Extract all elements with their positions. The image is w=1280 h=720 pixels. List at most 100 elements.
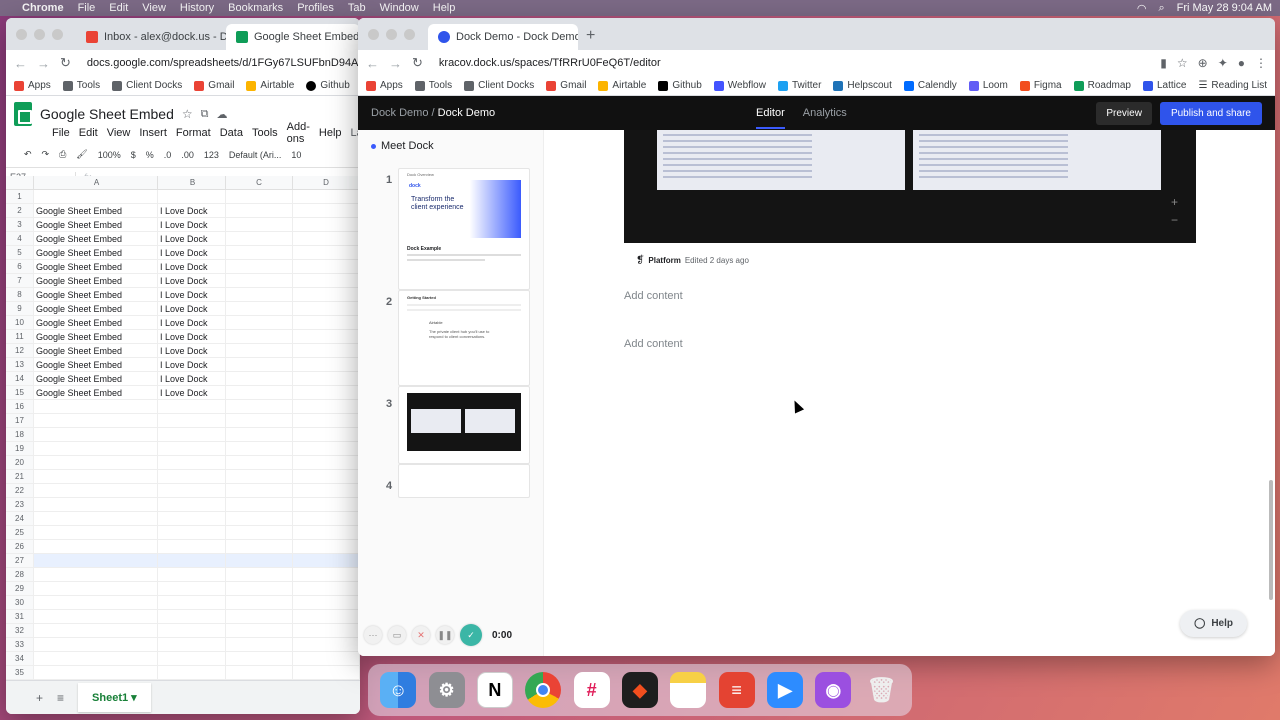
cell-b[interactable]: I Love Dock — [158, 260, 226, 273]
row-number[interactable]: 27 — [6, 554, 34, 567]
cell-b[interactable] — [158, 512, 226, 525]
cell-c[interactable] — [226, 554, 293, 567]
cell-b[interactable] — [158, 414, 226, 427]
sheets-menu-edit[interactable]: Edit — [79, 127, 98, 139]
bookmark-lattice[interactable]: Lattice — [1142, 80, 1186, 91]
add-content-button[interactable]: Add content — [624, 290, 683, 302]
cell-c[interactable] — [226, 540, 293, 553]
zoom-select[interactable]: 100% — [98, 150, 121, 160]
cell-b[interactable]: I Love Dock — [158, 344, 226, 357]
cell-a[interactable]: Google Sheet Embed — [34, 274, 158, 287]
forward-icon[interactable]: → — [389, 56, 402, 71]
undo-icon[interactable]: ↶ — [24, 149, 32, 160]
finish-recording-icon[interactable]: ✓ — [460, 624, 482, 646]
cell-d[interactable] — [293, 484, 360, 497]
sheets-menu-format[interactable]: Format — [176, 127, 211, 139]
select-all-corner[interactable] — [6, 176, 34, 189]
decrease-decimal-button[interactable]: .0 — [164, 150, 172, 160]
cell-b[interactable] — [158, 666, 226, 679]
cell-a[interactable]: Google Sheet Embed — [34, 246, 158, 259]
cell-b[interactable] — [158, 610, 226, 623]
google-sheets-logo-icon[interactable] — [14, 102, 32, 126]
row-number[interactable]: 21 — [6, 470, 34, 483]
cell-b[interactable] — [158, 526, 226, 539]
bookmark-figma[interactable]: Figma — [1019, 80, 1062, 91]
section-title[interactable]: Meet Dock — [371, 140, 434, 152]
cell-b[interactable]: I Love Dock — [158, 316, 226, 329]
menu-file[interactable]: File — [78, 2, 96, 14]
add-sheet-icon[interactable]: + — [36, 691, 43, 705]
cell-d[interactable] — [293, 470, 360, 483]
cell-c[interactable] — [226, 274, 293, 287]
row-number[interactable]: 28 — [6, 568, 34, 581]
cell-b[interactable]: I Love Dock — [158, 302, 226, 315]
back-icon[interactable]: ← — [366, 56, 379, 71]
move-icon[interactable]: ⧉ — [201, 108, 209, 121]
tab-sheets[interactable]: Google Sheet Embed - Goog — [226, 24, 360, 50]
bookmark-apps[interactable]: Apps — [366, 80, 403, 91]
notes-icon[interactable] — [670, 672, 707, 708]
row-number[interactable]: 34 — [6, 652, 34, 665]
embed-block[interactable]: + − — [624, 130, 1196, 243]
cell-c[interactable] — [226, 596, 293, 609]
cell-b[interactable] — [158, 582, 226, 595]
cell-a[interactable] — [34, 652, 158, 665]
cell-a[interactable] — [34, 582, 158, 595]
breadcrumb-current[interactable]: Dock Demo — [438, 107, 495, 119]
bookmark-calendly[interactable]: Calendly — [903, 80, 957, 91]
bookmark-client-docks[interactable]: Client Docks — [464, 80, 534, 91]
cell-a[interactable] — [34, 400, 158, 413]
sheets-menu-view[interactable]: View — [107, 127, 131, 139]
cell-b[interactable] — [158, 554, 226, 567]
sheets-menu-insert[interactable]: Insert — [139, 127, 167, 139]
new-tab-icon[interactable]: + — [578, 27, 603, 50]
cell-a[interactable] — [34, 568, 158, 581]
cell-c[interactable] — [226, 666, 293, 679]
menu-tab[interactable]: Tab — [348, 2, 366, 14]
extension-icon[interactable]: ⊕ — [1198, 56, 1208, 70]
number-format-button[interactable]: 123 — [204, 150, 219, 160]
scrollbar[interactable] — [1269, 480, 1273, 600]
row-number[interactable]: 30 — [6, 596, 34, 609]
bookmark-apps[interactable]: Apps — [14, 80, 51, 91]
cell-a[interactable]: Google Sheet Embed — [34, 344, 158, 357]
menubar-clock[interactable]: Fri May 28 9:04 AM — [1177, 2, 1272, 14]
cell-b[interactable] — [158, 498, 226, 511]
cell-c[interactable] — [226, 484, 293, 497]
cell-c[interactable] — [226, 330, 293, 343]
cell-a[interactable] — [34, 624, 158, 637]
menu-chrome[interactable]: Chrome — [22, 2, 64, 14]
row-number[interactable]: 3 — [6, 218, 34, 231]
percent-button[interactable]: % — [146, 150, 154, 160]
cell-a[interactable]: Google Sheet Embed — [34, 358, 158, 371]
cell-a[interactable] — [34, 442, 158, 455]
cell-c[interactable] — [226, 526, 293, 539]
cell-b[interactable] — [158, 456, 226, 469]
cell-a[interactable]: Google Sheet Embed — [34, 302, 158, 315]
cell-a[interactable] — [34, 540, 158, 553]
cell-c[interactable] — [226, 428, 293, 441]
minimize-window-icon[interactable] — [34, 29, 45, 40]
cell-b[interactable] — [158, 190, 226, 203]
cell-b[interactable] — [158, 596, 226, 609]
cell-b[interactable]: I Love Dock — [158, 372, 226, 385]
cell-c[interactable] — [226, 372, 293, 385]
page-thumbnail-4[interactable] — [398, 464, 530, 498]
preview-button[interactable]: Preview — [1096, 101, 1152, 125]
cell-a[interactable] — [34, 666, 158, 679]
font-size-select[interactable]: 10 — [291, 150, 301, 160]
tab-gmail[interactable]: Inbox - alex@dock.us - Dock M × — [76, 24, 226, 50]
slack-icon[interactable]: # — [573, 672, 610, 708]
row-number[interactable]: 29 — [6, 582, 34, 595]
row-number[interactable]: 22 — [6, 484, 34, 497]
row-number[interactable]: 20 — [6, 456, 34, 469]
row-number[interactable]: 32 — [6, 624, 34, 637]
cell-a[interactable] — [34, 498, 158, 511]
row-number[interactable]: 19 — [6, 442, 34, 455]
row-number[interactable]: 26 — [6, 540, 34, 553]
add-content-button[interactable]: Add content — [624, 338, 683, 350]
sheets-menu-help[interactable]: Help — [319, 127, 342, 139]
cell-b[interactable]: I Love Dock — [158, 218, 226, 231]
cell-c[interactable] — [226, 498, 293, 511]
row-number[interactable]: 23 — [6, 498, 34, 511]
